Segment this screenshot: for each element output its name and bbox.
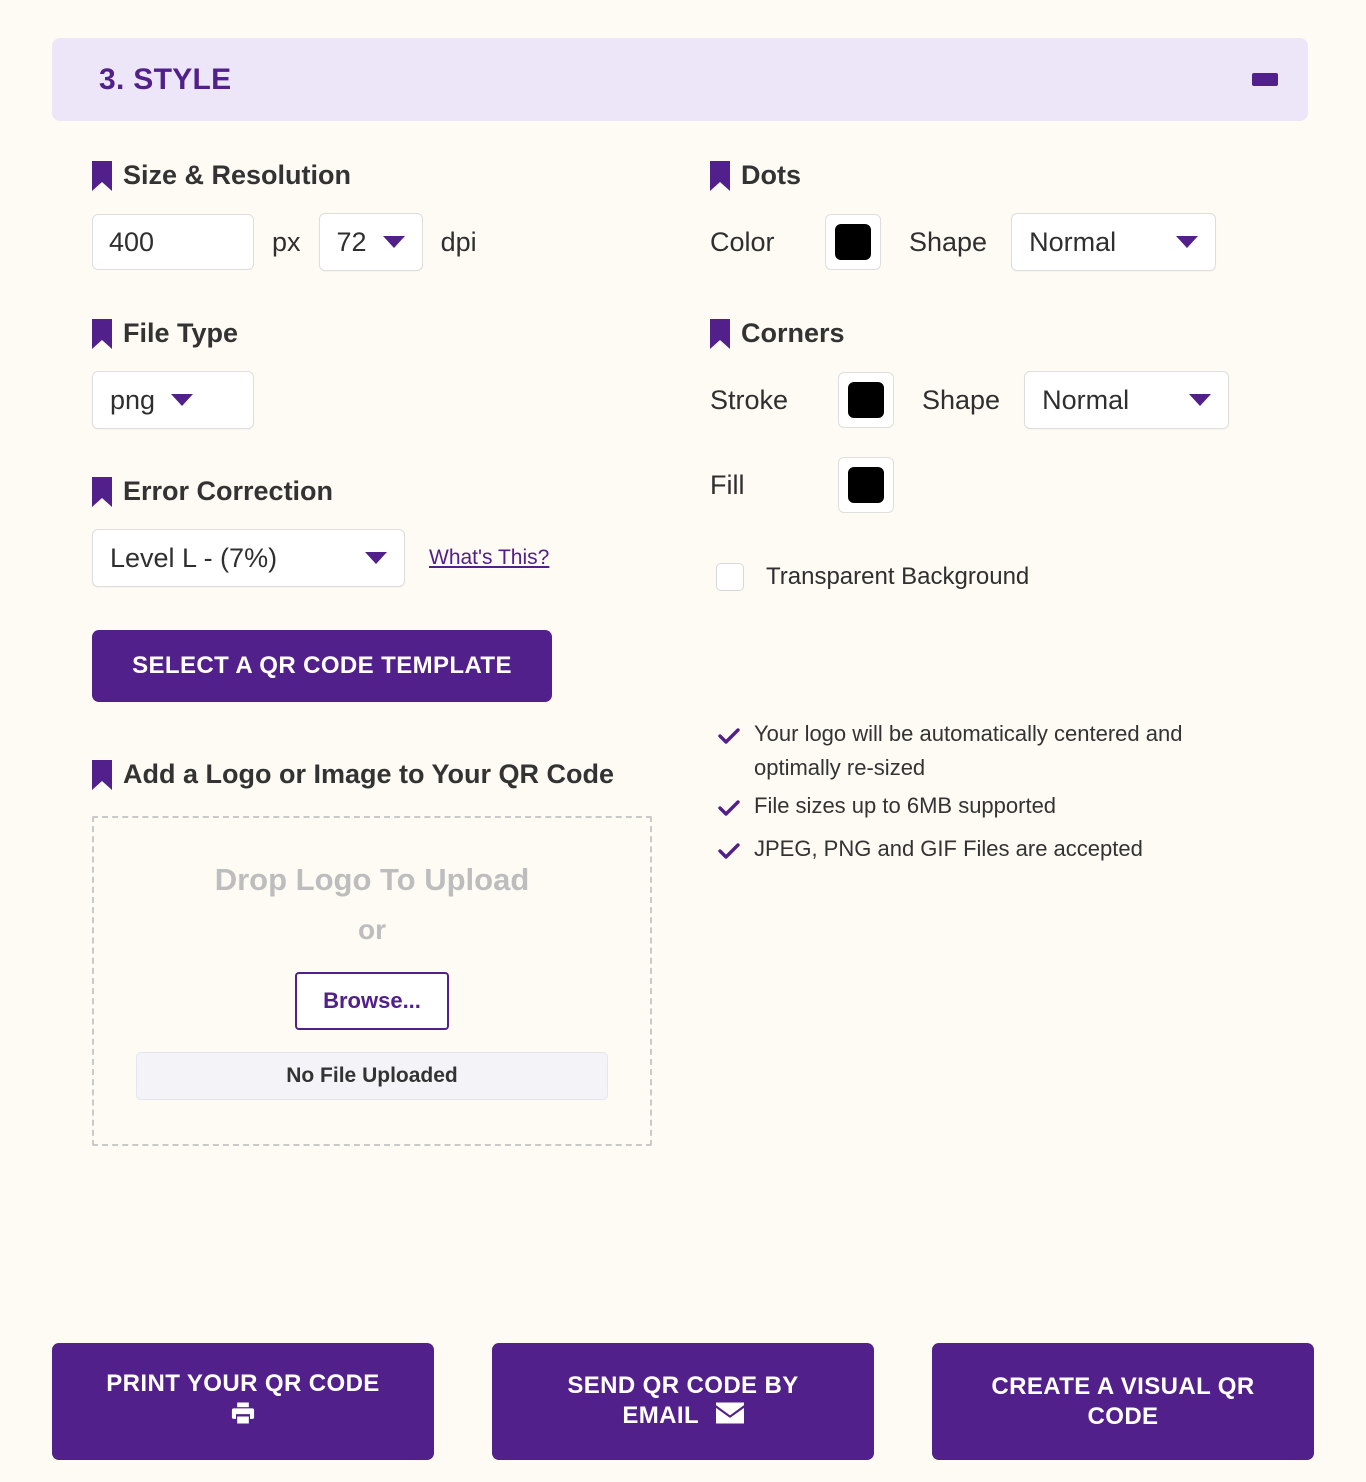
- corners-fill-row: Fill: [710, 457, 1310, 513]
- dots-shape-label: Shape: [909, 226, 988, 257]
- dots-label: Dots: [710, 160, 1310, 191]
- list-item: JPEG, PNG and GIF Files are accepted: [718, 832, 1310, 871]
- chevron-down-icon: [1189, 394, 1212, 406]
- print-button-label: PRINT YOUR QR CODE: [106, 1369, 380, 1397]
- file-type-label: File Type: [92, 318, 672, 349]
- bookmark-icon: [710, 160, 730, 191]
- list-item-text: File sizes up to 6MB supported: [754, 793, 1057, 819]
- chevron-down-icon: [365, 552, 387, 564]
- chevron-down-icon: [382, 236, 405, 248]
- transparent-background-row[interactable]: Transparent Background: [716, 563, 1310, 591]
- email-button-label-line1: SEND QR CODE BY: [567, 1372, 799, 1400]
- bookmark-icon: [92, 759, 112, 790]
- printer-icon: [228, 1399, 258, 1435]
- visual-button-label-line1: CREATE A VISUAL QR: [991, 1372, 1255, 1400]
- check-icon: [718, 837, 740, 871]
- add-logo-label-text: Add a Logo or Image to Your QR Code: [123, 759, 615, 789]
- dpi-select[interactable]: 72: [318, 213, 423, 271]
- size-resolution-row: px 72 dpi: [92, 213, 672, 271]
- file-type-select[interactable]: png: [92, 371, 254, 429]
- chevron-down-icon: [1176, 236, 1199, 248]
- logo-feature-list: Your logo will be automatically centered…: [718, 717, 1310, 871]
- error-correction-select[interactable]: Level L - (7%): [92, 529, 405, 587]
- dropzone-or-text: or: [358, 914, 386, 945]
- color-swatch-preview: [848, 467, 884, 503]
- error-correction-row: Level L - (7%) What's This?: [92, 529, 672, 587]
- logo-dropzone[interactable]: Drop Logo To Upload or Browse... No File…: [92, 816, 652, 1146]
- right-column: Dots Color Shape Normal Corners Stroke S…: [710, 160, 1310, 875]
- style-panel: 3. STYLE - Size & Resolution px 72 dpi: [0, 0, 1366, 1482]
- page-title: 3. STYLE: [99, 62, 232, 96]
- corners-fill-label: Fill: [710, 469, 745, 500]
- collapse-minus-icon[interactable]: -: [1252, 73, 1278, 86]
- list-item-text: Your logo will be automatically centered…: [754, 721, 1183, 781]
- check-icon: [718, 794, 740, 828]
- dots-row: Color Shape Normal: [710, 213, 1310, 271]
- color-swatch-preview: [835, 224, 871, 260]
- file-type-row: png: [92, 371, 672, 429]
- dots-shape-select-value: Normal: [1029, 226, 1117, 257]
- browse-button[interactable]: Browse...: [295, 972, 449, 1030]
- error-correction-label: Error Correction: [92, 476, 672, 507]
- select-template-button[interactable]: SELECT A QR CODE TEMPLATE: [92, 630, 552, 702]
- visual-button-label-line2: CODE: [1087, 1402, 1159, 1430]
- dots-shape-select[interactable]: Normal: [1011, 213, 1217, 271]
- file-upload-status: No File Uploaded: [136, 1052, 608, 1100]
- corners-shape-select[interactable]: Normal: [1024, 371, 1230, 429]
- bookmark-icon: [710, 318, 730, 349]
- corners-stroke-swatch[interactable]: [838, 372, 894, 428]
- file-type-select-value: png: [110, 384, 156, 415]
- left-column: Size & Resolution px 72 dpi File Type: [92, 160, 672, 1146]
- envelope-icon: [715, 1402, 744, 1432]
- chevron-down-icon: [171, 394, 194, 406]
- dots-color-swatch[interactable]: [825, 214, 881, 270]
- transparent-background-checkbox[interactable]: [716, 563, 744, 591]
- corners-shape-label: Shape: [922, 384, 1001, 415]
- color-swatch-preview: [848, 382, 884, 418]
- dots-label-text: Dots: [741, 160, 801, 190]
- corners-label-text: Corners: [741, 318, 845, 348]
- list-item: Your logo will be automatically centered…: [718, 717, 1310, 785]
- list-item-text: JPEG, PNG and GIF Files are accepted: [754, 836, 1143, 862]
- dots-color-label: Color: [710, 226, 775, 257]
- send-qr-code-email-button[interactable]: SEND QR CODE BY EMAIL: [492, 1343, 874, 1460]
- email-button-label-text: EMAIL: [622, 1402, 699, 1430]
- print-qr-code-button[interactable]: PRINT YOUR QR CODE: [52, 1343, 434, 1460]
- bookmark-icon: [92, 318, 112, 349]
- corners-fill-swatch[interactable]: [838, 457, 894, 513]
- bookmark-icon: [92, 160, 112, 191]
- error-correction-select-value: Level L - (7%): [110, 542, 278, 573]
- dropzone-instruction: Drop Logo To Upload: [214, 862, 530, 897]
- px-unit-label: px: [272, 226, 301, 257]
- add-logo-label: Add a Logo or Image to Your QR Code: [92, 759, 672, 790]
- email-button-label-line2: EMAIL: [622, 1401, 744, 1432]
- corners-shape-select-value: Normal: [1042, 384, 1130, 415]
- action-buttons-bar: PRINT YOUR QR CODE SEND QR CODE BY EMAIL: [52, 1343, 1314, 1460]
- list-item: File sizes up to 6MB supported: [718, 789, 1310, 828]
- dpi-select-value: 72: [336, 226, 367, 257]
- corners-label: Corners: [710, 318, 1310, 349]
- file-type-label-text: File Type: [123, 318, 239, 348]
- check-icon: [718, 722, 740, 756]
- error-correction-label-text: Error Correction: [123, 476, 334, 506]
- create-visual-qr-code-button[interactable]: CREATE A VISUAL QR CODE: [932, 1343, 1314, 1460]
- bookmark-icon: [92, 476, 112, 507]
- size-px-input[interactable]: [92, 214, 254, 270]
- size-resolution-label-text: Size & Resolution: [123, 160, 352, 190]
- transparent-background-label: Transparent Background: [766, 563, 1030, 590]
- corners-stroke-label: Stroke: [710, 384, 789, 415]
- section-header-style[interactable]: 3. STYLE -: [52, 38, 1308, 121]
- size-resolution-label: Size & Resolution: [92, 160, 672, 191]
- whats-this-link[interactable]: What's This?: [429, 546, 549, 570]
- dpi-unit-label: dpi: [440, 226, 477, 257]
- corners-stroke-row: Stroke Shape Normal: [710, 371, 1310, 429]
